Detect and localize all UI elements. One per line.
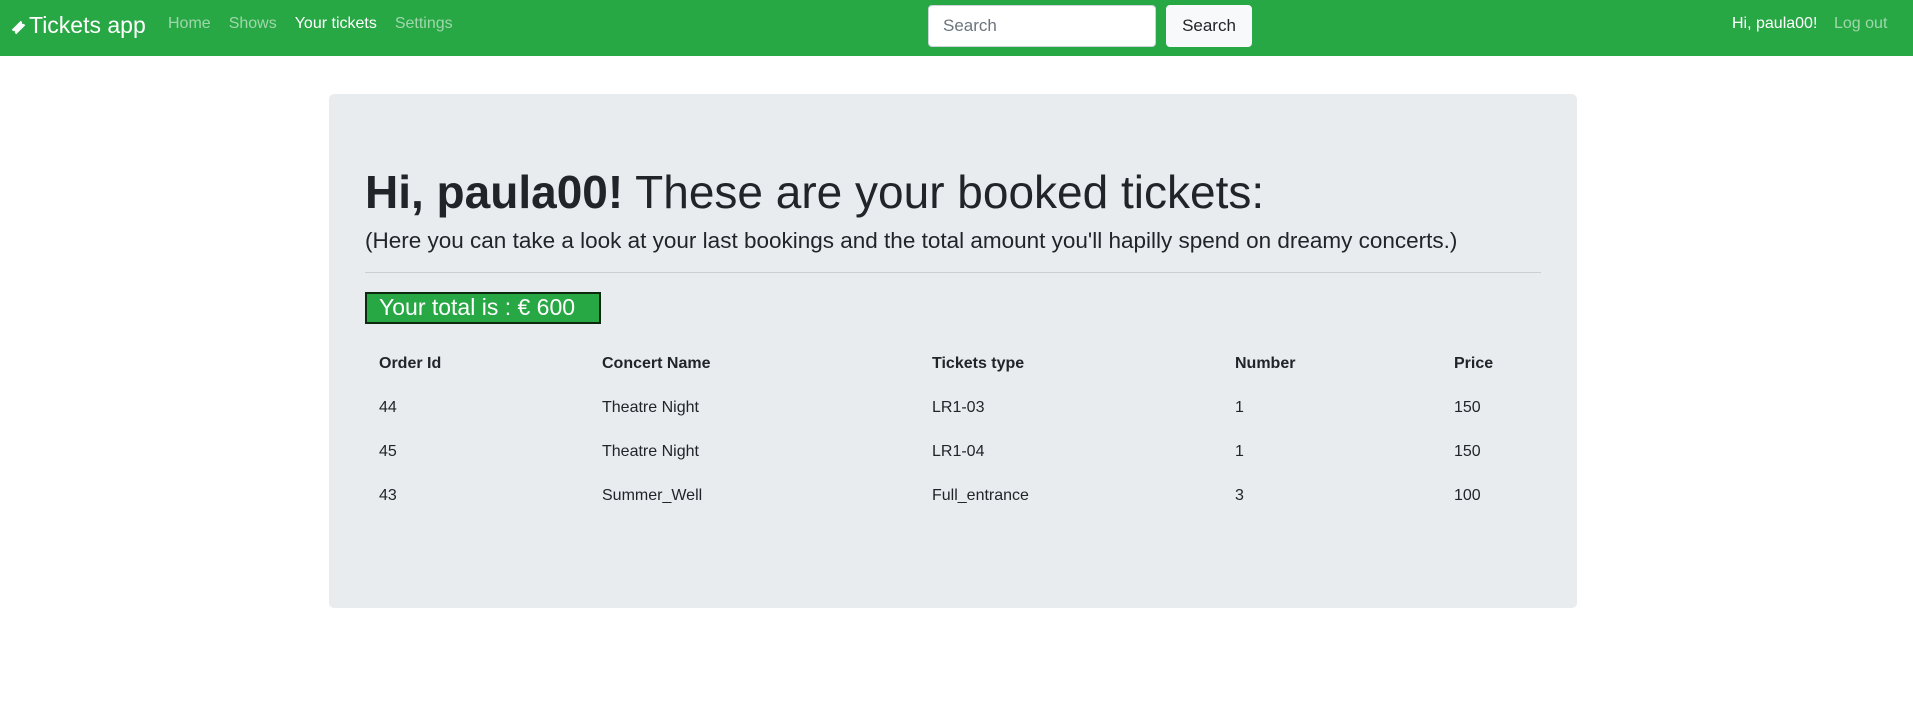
table-row: 43 Summer_Well Full_entrance 3 100 [365, 474, 1541, 518]
cell-price: 150 [1454, 399, 1481, 416]
tickets-table: Order Id Concert Name Tickets type Numbe… [365, 342, 1541, 518]
page-title-text: These are your booked tickets: [623, 166, 1265, 218]
cell-number: 1 [1235, 443, 1244, 460]
logout-link[interactable]: Log out [1834, 14, 1887, 34]
user-greeting: Hi, paula00! [1732, 15, 1818, 32]
column-header-price: Price [1454, 355, 1494, 372]
column-header-order-id: Order Id [379, 355, 442, 372]
brand-link[interactable]: Tickets app [10, 10, 146, 40]
cell-order-id: 45 [379, 443, 397, 460]
top-navbar: Tickets app Home Shows Your tickets Sett… [0, 0, 1913, 56]
nav-link-shows[interactable]: Shows [229, 14, 277, 34]
table-row: 44 Theatre Night LR1-03 1 150 [365, 386, 1541, 430]
page-title: Hi, paula00! These are your booked ticke… [365, 164, 1264, 220]
brand-label: Tickets app [29, 12, 146, 38]
table-header-row: Order Id Concert Name Tickets type Numbe… [365, 342, 1541, 386]
cell-concert-name: Theatre Night [602, 399, 699, 416]
page-subtitle: (Here you can take a look at your last b… [365, 228, 1458, 253]
cell-order-id: 43 [379, 487, 397, 504]
cell-number: 3 [1235, 487, 1244, 504]
cell-tickets-type: Full_entrance [932, 487, 1029, 504]
cell-price: 100 [1454, 487, 1481, 504]
nav-link-home[interactable]: Home [168, 14, 211, 34]
cell-number: 1 [1235, 399, 1244, 416]
ticket-icon [11, 20, 26, 34]
column-header-concert-name: Concert Name [602, 355, 711, 372]
cell-tickets-type: LR1-03 [932, 399, 985, 416]
cell-order-id: 44 [379, 399, 397, 416]
divider [365, 272, 1541, 273]
nav-link-your-tickets[interactable]: Your tickets [295, 14, 377, 34]
nav-link-settings[interactable]: Settings [395, 14, 453, 34]
cell-price: 150 [1454, 443, 1481, 460]
page-title-username: Hi, paula00! [365, 166, 624, 218]
table-row: 45 Theatre Night LR1-04 1 150 [365, 430, 1541, 474]
cell-concert-name: Theatre Night [602, 443, 699, 460]
nav-links: Home Shows Your tickets Settings [168, 14, 471, 34]
search-input[interactable] [928, 5, 1156, 47]
search-button[interactable]: Search [1166, 5, 1252, 47]
cell-tickets-type: LR1-04 [932, 443, 985, 460]
total-amount-badge: Your total is : € 600 [365, 292, 601, 324]
cell-concert-name: Summer_Well [602, 487, 703, 504]
tickets-panel: Hi, paula00! These are your booked ticke… [329, 94, 1577, 608]
column-header-tickets-type: Tickets type [932, 355, 1025, 372]
tickets-table-wrapper: Order Id Concert Name Tickets type Numbe… [365, 342, 1541, 518]
column-header-number: Number [1235, 355, 1296, 372]
